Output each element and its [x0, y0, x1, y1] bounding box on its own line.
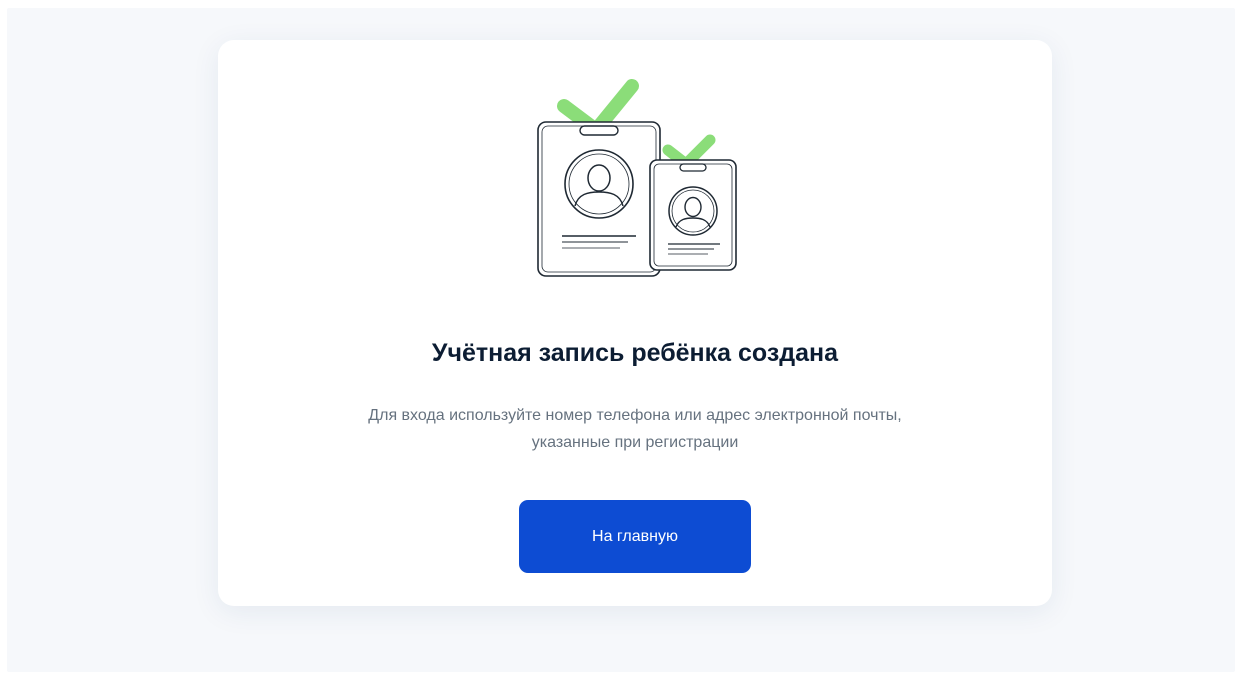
- page: Учётная запись ребёнка создана Для входа…: [0, 0, 1242, 680]
- success-description: Для входа используйте номер телефона или…: [230, 402, 1040, 456]
- home-button[interactable]: На главную: [519, 500, 751, 573]
- description-line-1: Для входа используйте номер телефона или…: [368, 407, 902, 424]
- description-line-2: указанные при регистрации: [531, 434, 739, 451]
- id-badges-checkmark-icon: [537, 79, 737, 277]
- page-title: Учётная запись ребёнка создана: [431, 339, 839, 367]
